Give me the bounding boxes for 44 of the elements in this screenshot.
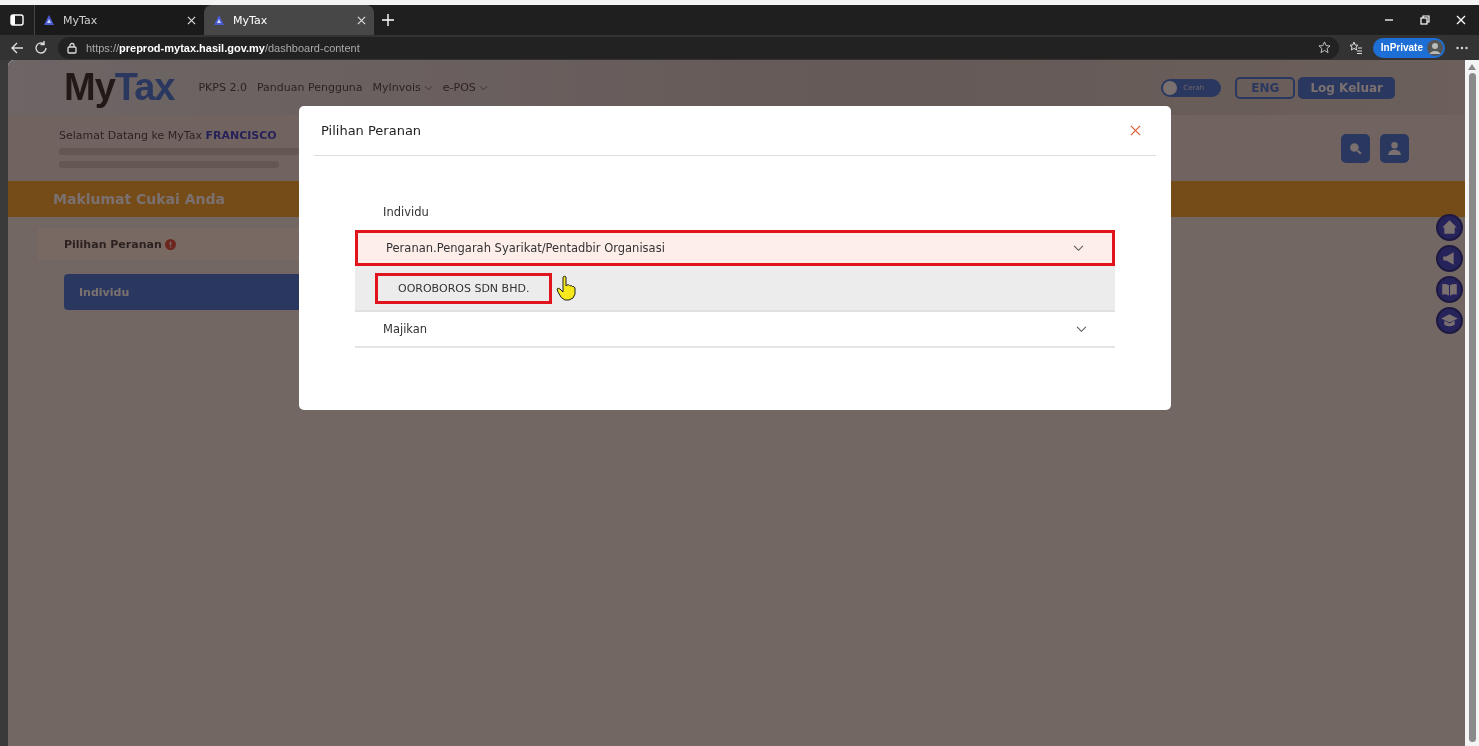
search-button[interactable] [1341, 133, 1370, 163]
role-option[interactable]: Individu [355, 194, 1115, 230]
lock-icon [66, 41, 78, 54]
avatar-icon [1427, 39, 1443, 56]
star-icon[interactable] [1317, 41, 1331, 54]
new-tab-icon[interactable] [382, 14, 394, 26]
logout-button[interactable]: Log Keluar [1298, 76, 1395, 99]
banner-title: Maklumat Cukai Anda [53, 191, 225, 207]
triangle-logo-icon [43, 14, 55, 26]
role-accordion[interactable]: Peranan.Pengarah Syarikat/Pentadbir Organisasi [355, 230, 1115, 266]
scroll-up-icon[interactable] [1468, 64, 1476, 70]
role-accordion[interactable]: Majikan [355, 312, 1115, 348]
refresh-icon[interactable] [34, 40, 48, 55]
chevron-down-icon[interactable] [1073, 244, 1084, 252]
browser-tab[interactable]: MyTax [34, 5, 204, 35]
search-icon [1348, 140, 1363, 156]
nav-link[interactable]: e-POS [442, 81, 476, 94]
company-option[interactable]: OOROBOROS SDN BHD. [375, 272, 553, 304]
book-icon[interactable] [1436, 276, 1463, 303]
dialog-title: Pilihan Peranan [321, 123, 422, 138]
nav-link[interactable]: Panduan Pengguna [256, 81, 363, 94]
url-text: https://preprod-mytax.hasil.gov.my/dashboard-content [86, 41, 360, 54]
megaphone-icon[interactable] [1436, 245, 1463, 272]
tab-list-icon[interactable] [10, 14, 24, 26]
scrollbar[interactable] [1465, 60, 1479, 746]
restore-icon[interactable] [1419, 14, 1431, 26]
inprivate-badge[interactable]: InPrivate [1372, 37, 1445, 58]
nav-link[interactable]: PKPS 2.0 [198, 81, 247, 94]
profile-button[interactable] [1380, 133, 1409, 163]
language-button[interactable]: ENG [1235, 76, 1296, 99]
hand-cursor-icon [556, 275, 577, 301]
back-arrow-icon[interactable] [10, 40, 24, 55]
nav-link[interactable]: MyInvois [372, 81, 421, 94]
mytax-logo[interactable]: MyTax [64, 66, 175, 109]
chevron-down-icon[interactable] [1076, 325, 1087, 333]
welcome-text: Selamat Datang ke MyTax FRANCISCO [59, 128, 278, 142]
home-icon[interactable] [1436, 214, 1463, 241]
person-icon [1387, 140, 1402, 156]
browser-tab[interactable]: MyTax [204, 5, 374, 35]
panel-title: Pilihan Peranan [64, 237, 162, 251]
triangle-logo-icon [213, 14, 225, 26]
address-field[interactable]: https://preprod-mytax.hasil.gov.my/dashboard-content [58, 36, 1339, 59]
graduation-cap-icon[interactable] [1436, 307, 1463, 334]
favorites-icon[interactable] [1348, 40, 1363, 55]
